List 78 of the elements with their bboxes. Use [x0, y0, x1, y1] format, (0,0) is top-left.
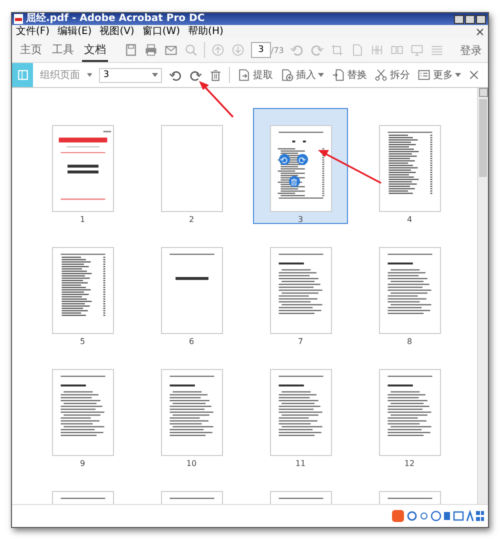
- annotation-arrow: [318, 150, 382, 184]
- page-number-field[interactable]: 3: [251, 42, 271, 58]
- page-thumbnail[interactable]: [378, 247, 440, 334]
- page-number: 2: [188, 215, 194, 224]
- print-icon[interactable]: [144, 43, 158, 57]
- page-thumbnail[interactable]: [270, 369, 332, 456]
- menu-item[interactable]: 文件(F): [16, 26, 50, 38]
- menu-item[interactable]: 窗口(W): [142, 26, 180, 38]
- tab[interactable]: 主页: [18, 38, 44, 62]
- menu-item[interactable]: 编辑(E): [58, 26, 92, 38]
- page-tile[interactable]: 8: [362, 230, 457, 346]
- replace-icon[interactable]: [331, 68, 346, 82]
- page-thumbnail[interactable]: [52, 247, 114, 334]
- page-tile[interactable]: 2: [144, 108, 239, 224]
- page-number: 7: [298, 337, 304, 346]
- page-thumbnail[interactable]: [52, 125, 114, 212]
- page-thumbnail[interactable]: [270, 125, 332, 212]
- toolbar-button[interactable]: 提取: [237, 68, 274, 82]
- page-tile[interactable]: 5: [35, 230, 130, 346]
- menu-item[interactable]: 视图(V): [100, 26, 134, 38]
- page-number: 3: [298, 215, 304, 224]
- tab[interactable]: 工具: [50, 38, 76, 62]
- page-thumbnail[interactable]: [378, 369, 440, 456]
- page-tile[interactable]: 10: [144, 352, 239, 468]
- scrollbar[interactable]: [477, 88, 488, 504]
- page-number: 9: [80, 459, 86, 468]
- toolbar-button[interactable]: 拆分: [374, 68, 410, 82]
- page-thumbnail[interactable]: [160, 369, 222, 456]
- panel-toggle-button[interactable]: [12, 63, 34, 87]
- organize-pages-menu[interactable]: 组织页面: [40, 68, 80, 82]
- page-thumbnail[interactable]: [160, 247, 222, 334]
- page-tile[interactable]: 12: [362, 352, 457, 468]
- page-number: 12: [404, 459, 415, 468]
- caret-icon: [152, 73, 158, 77]
- ime-toolbar-drawing[interactable]: [392, 509, 484, 523]
- minimize-button[interactable]: [454, 14, 464, 24]
- extract-icon[interactable]: [237, 68, 252, 82]
- page-tile[interactable]: 11: [253, 352, 348, 468]
- close-icon[interactable]: [468, 68, 480, 80]
- insert-icon[interactable]: [280, 68, 294, 82]
- page-tile[interactable]: 6: [144, 230, 239, 346]
- delete-icon[interactable]: [288, 176, 300, 187]
- page-thumbnail[interactable]: [52, 369, 114, 456]
- save-icon[interactable]: [124, 43, 138, 57]
- split-icon[interactable]: [374, 68, 388, 82]
- page-number: 11: [295, 459, 306, 468]
- maximize-button[interactable]: [465, 14, 475, 24]
- page-number: 1: [80, 215, 86, 224]
- more-icon[interactable]: [417, 68, 432, 82]
- rotate-right-icon[interactable]: [296, 154, 308, 165]
- window-title: 屈经.pdf - Adobe Acrobat Pro DC: [26, 13, 205, 25]
- delete-icon[interactable]: [208, 68, 222, 82]
- page-thumbnail[interactable]: [160, 125, 222, 212]
- close-button[interactable]: [476, 14, 486, 24]
- page-thumbnail[interactable]: [270, 247, 332, 334]
- page-tile[interactable]: 1: [35, 108, 130, 224]
- page-tile[interactable]: 7: [253, 230, 348, 346]
- login-link[interactable]: 登录: [460, 42, 482, 58]
- toolbar-button[interactable]: 替换: [331, 68, 368, 82]
- page-number: 10: [186, 459, 197, 468]
- page-thumbnail[interactable]: [378, 125, 440, 212]
- page-tile[interactable]: 9: [35, 352, 130, 468]
- page-number: 6: [188, 337, 194, 346]
- mail-icon[interactable]: [164, 43, 178, 57]
- page-number: 4: [406, 215, 412, 224]
- menu-item[interactable]: 帮助(H): [188, 26, 224, 38]
- annotation-arrow: [199, 81, 234, 118]
- page-tile[interactable]: 3: [253, 108, 348, 224]
- rotate-left-icon[interactable]: [278, 154, 290, 165]
- toolbar-button[interactable]: 插入: [280, 68, 324, 82]
- page-tile[interactable]: 4: [362, 108, 457, 224]
- close-icon[interactable]: [476, 28, 484, 36]
- caret-icon: [87, 73, 92, 77]
- page-number: 5: [80, 337, 86, 346]
- page-number: 8: [406, 337, 412, 346]
- page-count: /73: [271, 46, 284, 54]
- toolbar-button[interactable]: 更多: [417, 68, 462, 82]
- page-range-field[interactable]: 3: [99, 68, 162, 82]
